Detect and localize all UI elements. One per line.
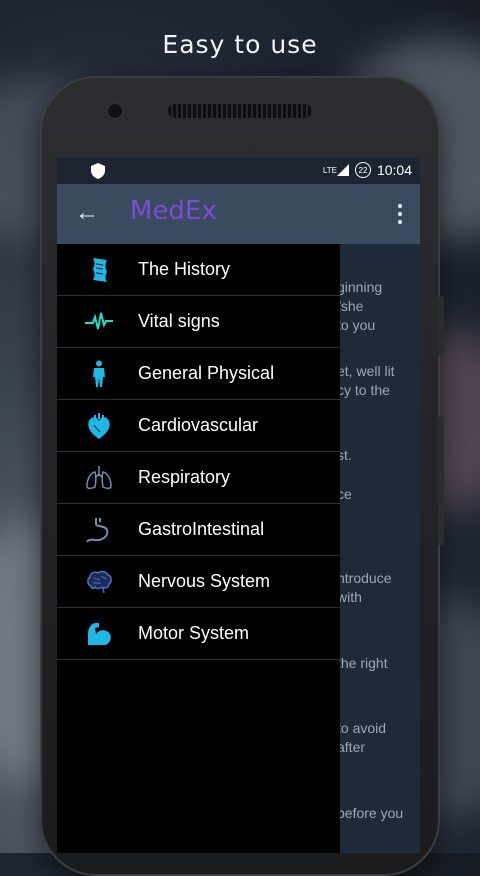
network-label: LTE bbox=[322, 165, 337, 175]
drawer-item-label: Nervous System bbox=[138, 571, 271, 591]
app-bar: ← MedEx bbox=[57, 184, 420, 244]
arm-icon bbox=[88, 623, 111, 645]
stomach-icon bbox=[86, 518, 109, 543]
scroll-icon bbox=[93, 258, 107, 282]
background-text: cy to the bbox=[337, 382, 390, 398]
body-icon bbox=[93, 360, 105, 387]
camera-icon bbox=[108, 104, 122, 118]
lungs-icon bbox=[86, 466, 112, 490]
drawer-item-label: Respiratory bbox=[138, 467, 231, 487]
volume-button bbox=[438, 296, 444, 356]
drawer-item-nervous-system[interactable]: Nervous System bbox=[57, 556, 340, 608]
caption: Easy to use bbox=[162, 30, 318, 59]
background-text: ginning bbox=[337, 279, 383, 295]
heart-icon bbox=[88, 413, 110, 439]
background-text: with bbox=[337, 589, 362, 605]
screen: LTE 22 10:04 ← MedEx ginning /she to you… bbox=[57, 157, 420, 853]
shield-icon bbox=[91, 163, 105, 179]
background-text: the right bbox=[337, 655, 388, 671]
drawer-item-cardiovascular[interactable]: Cardiovascular bbox=[57, 400, 340, 452]
brain-icon bbox=[87, 570, 112, 594]
drawer-item-the-history[interactable]: The History bbox=[57, 244, 340, 296]
more-options-icon[interactable] bbox=[398, 204, 402, 224]
drawer-item-label: GastroIntestinal bbox=[138, 519, 265, 539]
background-text: to you bbox=[337, 317, 376, 333]
battery-icon: 22 bbox=[354, 162, 371, 178]
speaker-grille bbox=[168, 104, 312, 118]
drawer-item-label: General Physical bbox=[138, 363, 275, 383]
drawer-item-label: The History bbox=[138, 259, 231, 279]
navigation-drawer: The History Vital signs General Physical… bbox=[57, 244, 340, 853]
power-button bbox=[438, 416, 444, 546]
background-text: to avoid bbox=[337, 720, 387, 736]
drawer-item-label: Cardiovascular bbox=[138, 415, 259, 435]
signal-icon bbox=[336, 164, 349, 176]
app-title: MedEx bbox=[130, 196, 217, 226]
battery-level: 22 bbox=[358, 166, 368, 175]
background-text: et, well lit bbox=[337, 363, 395, 379]
drawer-item-general-physical[interactable]: General Physical bbox=[57, 348, 340, 400]
drawer-item-respiratory[interactable]: Respiratory bbox=[57, 452, 340, 504]
drawer-item-motor-system[interactable]: Motor System bbox=[57, 608, 340, 660]
drawer-item-vital-signs[interactable]: Vital signs bbox=[57, 296, 340, 348]
background-text: /she bbox=[337, 298, 364, 314]
drawer-item-gastrointestinal[interactable]: GastroIntestinal bbox=[57, 504, 340, 556]
background-text: ntroduce bbox=[337, 570, 392, 586]
background-text: after bbox=[337, 739, 366, 755]
clock: 10:04 bbox=[376, 162, 412, 178]
back-arrow-icon[interactable]: ← bbox=[75, 200, 99, 226]
background-text: before you bbox=[337, 805, 404, 821]
drawer-item-label: Motor System bbox=[138, 623, 250, 643]
heartbeat-icon bbox=[85, 312, 113, 330]
status-bar: LTE 22 10:04 bbox=[57, 157, 420, 184]
drawer-item-label: Vital signs bbox=[138, 311, 220, 331]
